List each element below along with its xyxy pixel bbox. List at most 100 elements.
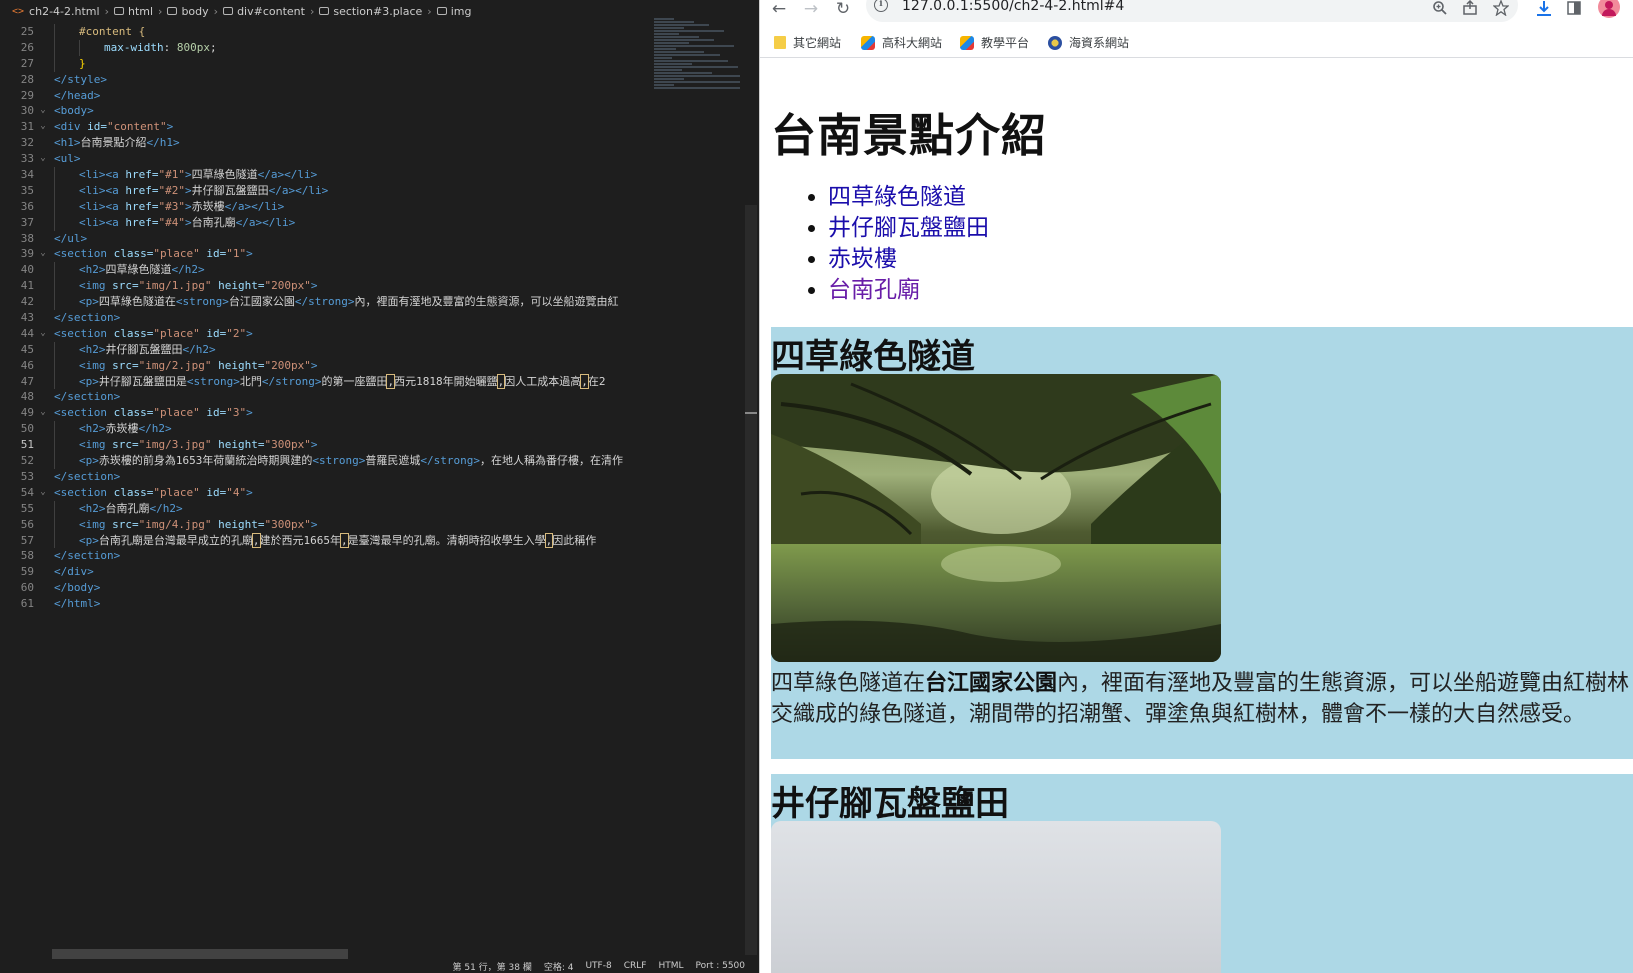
line-number: 29 <box>20 88 34 102</box>
toc-link-2[interactable]: 井仔腳瓦盤鹽田 <box>828 215 989 241</box>
code-line: 60 </body> <box>0 580 645 596</box>
status-indent[interactable]: 空格: 4 <box>544 960 574 973</box>
toc-list: 四草綠色隧道 井仔腳瓦盤鹽田 赤崁樓 台南孔廟 <box>800 182 989 306</box>
fold-chevron-icon[interactable]: ⌄ <box>34 151 52 167</box>
code-line: 25 #content { <box>0 24 645 40</box>
code-token: #content { <box>79 25 146 38</box>
share-icon[interactable] <box>1462 0 1478 16</box>
code-line: 48 </section> <box>0 389 645 405</box>
forward-icon[interactable]: → <box>798 0 824 20</box>
bookmark-teaching-platform[interactable]: 教學平台 <box>960 34 1029 51</box>
status-eol[interactable]: CRLF <box>624 961 647 971</box>
code-token: 赤崁樓的前身為1653年荷蘭統治時期興建的 <box>98 454 313 468</box>
code-editor[interactable]: <> ch2-4-2.html › html › body › div#cont… <box>0 0 759 973</box>
code-line: 54 ⌄ <section class="place" id="4"> <box>0 485 645 501</box>
code-line: 26 max-width: 800px; <box>0 39 645 56</box>
code-line: 33 ⌄ <ul> <box>0 151 645 167</box>
toc-link-4[interactable]: 台南孔廟 <box>828 277 920 303</box>
code-token: 內，裡面有溼地及豐富的生態資源，可以坐船遊覽由紅 <box>354 295 619 309</box>
bookmark-star-icon[interactable] <box>1493 0 1509 16</box>
url-text[interactable]: 127.0.0.1:5500/ch2-4-2.html#4 <box>902 0 1124 14</box>
code-line: 45 <h2>井仔腳瓦盤鹽田</h2> <box>0 341 645 358</box>
fold-chevron-icon[interactable]: ⌄ <box>34 119 52 135</box>
minimap[interactable] <box>654 18 744 138</box>
status-language[interactable]: HTML <box>658 961 683 971</box>
breadcrumb-section[interactable]: section#3.place <box>319 5 422 18</box>
breadcrumb-img[interactable]: img <box>436 5 471 18</box>
bookmark-other-sites[interactable]: 其它網站 <box>774 34 841 51</box>
code-line-active: 51 <img src="img/3.jpg" height="300px"> <box>0 437 645 454</box>
code-line: 56 <img src="img/4.jpg" height="300px"> <box>0 516 645 533</box>
code-token: "img/1.jpg" <box>138 279 212 293</box>
code-line: 57 <p>台南孔廟是台灣最早成立的孔廟,建於西元1665年,是臺灣最早的孔廟。清… <box>0 532 645 549</box>
element-icon <box>319 7 330 15</box>
side-panel-icon[interactable] <box>1566 0 1582 16</box>
chevron-right-icon: › <box>104 4 109 18</box>
code-area[interactable]: 25 #content { 26 max-width: 800px; 27} 28 <… <box>0 24 645 944</box>
download-icon[interactable] <box>1535 0 1553 17</box>
bookmark-department[interactable]: 海資系網站 <box>1048 34 1129 51</box>
horizontal-scrollbar[interactable] <box>52 949 348 959</box>
reload-icon[interactable]: ↻ <box>830 0 856 20</box>
status-encoding[interactable]: UTF-8 <box>585 961 611 971</box>
toc-link-3[interactable]: 赤崁樓 <box>828 246 897 272</box>
line-number: 47 <box>20 374 34 388</box>
code-token: 普羅民遮城 <box>365 454 421 468</box>
fold-chevron-icon[interactable]: ⌄ <box>34 103 52 119</box>
code-token: "#2" <box>158 183 185 197</box>
code-line: 53 </section> <box>0 469 645 485</box>
fold-chevron-icon[interactable]: ⌄ <box>34 326 52 342</box>
code-token: </body> <box>54 581 101 595</box>
code-token: max-width <box>104 40 164 54</box>
code-line: 38 </ul> <box>0 231 645 247</box>
code-line: 43 </section> <box>0 310 645 326</box>
html-file-icon: <> <box>12 5 25 17</box>
fold-chevron-icon[interactable]: ⌄ <box>34 485 52 501</box>
nkust-favicon-icon <box>960 35 974 50</box>
breadcrumb-label: html <box>127 4 154 18</box>
element-icon <box>436 7 447 15</box>
line-number: 30 <box>20 104 34 118</box>
element-icon <box>113 7 124 15</box>
list-item: 赤崁樓 <box>828 244 989 275</box>
breadcrumb-div-content[interactable]: div#content <box>223 5 305 18</box>
list-item: 台南孔廟 <box>828 275 989 306</box>
code-token: "#4" <box>158 215 185 229</box>
code-token: 赤崁樓 <box>191 199 225 213</box>
section-heading: 四草綠色隧道 <box>771 337 975 377</box>
zoom-icon[interactable] <box>1432 0 1448 16</box>
line-number: 55 <box>20 501 34 515</box>
code-line: 47 <p>井仔腳瓦盤鹽田是<strong>北門</strong>的第一座鹽田,西… <box>0 373 645 390</box>
breadcrumb-file[interactable]: <> ch2-4-2.html <box>12 5 100 18</box>
page-viewport[interactable]: 台南景點介紹 四草綠色隧道 井仔腳瓦盤鹽田 赤崁樓 台南孔廟 四草綠色隧道 <box>760 59 1633 973</box>
line-number: 60 <box>20 581 34 595</box>
breadcrumb-html[interactable]: html <box>113 4 154 18</box>
line-number: 27 <box>20 56 34 70</box>
line-number: 56 <box>20 517 34 531</box>
code-token: </section> <box>54 311 121 325</box>
bookmark-label: 教學平台 <box>981 36 1030 50</box>
vertical-scrollbar[interactable] <box>745 205 757 955</box>
salt-field-photo <box>771 821 1221 973</box>
back-icon[interactable]: ← <box>766 0 792 20</box>
code-token: id= <box>87 120 107 134</box>
list-item: 四草綠色隧道 <box>828 182 989 213</box>
code-line: 42 <p>四草綠色隧道在<strong>台江國家公園</strong>內，裡面有… <box>0 294 645 311</box>
code-token: 井仔腳瓦盤鹽田是 <box>98 374 187 388</box>
fold-chevron-icon[interactable]: ⌄ <box>34 246 52 262</box>
fold-chevron-icon[interactable]: ⌄ <box>34 405 52 421</box>
code-token: "content" <box>107 120 167 134</box>
profile-avatar[interactable] <box>1598 0 1620 18</box>
status-cursor-position[interactable]: 第 51 行，第 38 欄 <box>452 960 531 973</box>
line-number: 61 <box>20 597 34 611</box>
breadcrumb-file-label: ch2-4-2.html <box>29 4 100 18</box>
line-number: 37 <box>20 215 34 229</box>
code-token: </h1> <box>146 136 180 150</box>
status-live-server-port[interactable]: Port : 5500 <box>696 961 746 971</box>
toc-link-1[interactable]: 四草綠色隧道 <box>828 184 966 210</box>
line-number: 34 <box>20 168 34 182</box>
bookmark-nkust[interactable]: 高科大網站 <box>861 34 942 51</box>
code-line: 37 <li><a href="#4">台南孔廟</a></li> <box>0 214 645 231</box>
breadcrumb-body[interactable]: body <box>167 5 209 18</box>
code-token: ，在地人稱為番仔樓，在清作 <box>479 454 623 468</box>
